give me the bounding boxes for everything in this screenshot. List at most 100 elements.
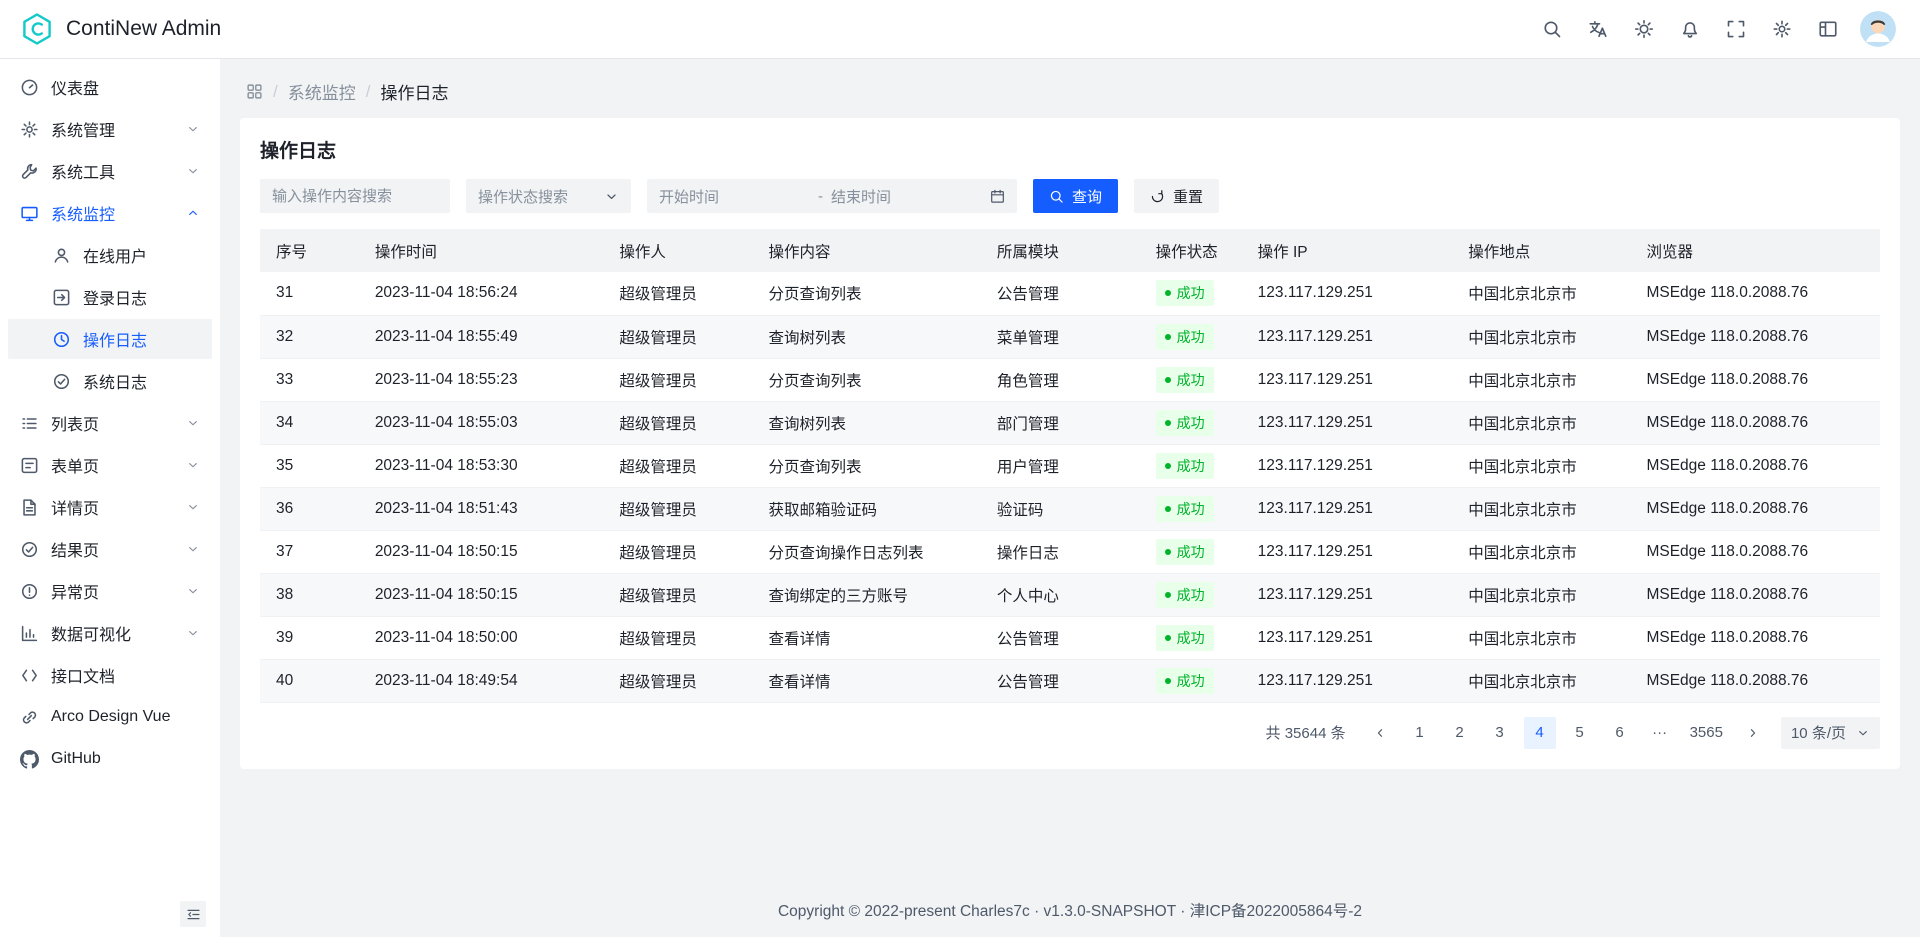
cell-status: 成功 <box>1140 616 1242 659</box>
pagination-ellipsis: ··· <box>1644 724 1676 741</box>
cell-location: 中国北京北京市 <box>1452 530 1630 573</box>
pagination-page-2[interactable]: 2 <box>1444 717 1476 749</box>
notification-icon[interactable] <box>1672 11 1708 47</box>
cell-content: 分页查询列表 <box>752 358 980 401</box>
app-logo-icon <box>20 12 54 46</box>
theme-icon[interactable] <box>1626 11 1662 47</box>
breadcrumb-item-operation-log: 操作日志 <box>380 79 448 104</box>
exception-icon <box>20 582 39 601</box>
sidebar-item-online-user[interactable]: 在线用户 <box>8 235 212 275</box>
cell-ip: 123.117.129.251 <box>1242 616 1453 659</box>
reset-button[interactable]: 重置 <box>1134 179 1219 213</box>
sidebar-item-result-page[interactable]: 结果页 <box>8 529 212 569</box>
api-doc-icon <box>20 666 39 685</box>
sidebar-item-label: 系统日志 <box>83 369 200 393</box>
cell-location: 中国北京北京市 <box>1452 444 1630 487</box>
pagination-prev-button[interactable] <box>1364 717 1396 749</box>
user-avatar[interactable] <box>1860 11 1896 47</box>
status-badge: 成功 <box>1156 668 1214 694</box>
app-shell: 仪表盘系统管理系统工具系统监控在线用户登录日志操作日志系统日志列表页表单页详情页… <box>0 59 1920 937</box>
cell-ip: 123.117.129.251 <box>1242 358 1453 401</box>
cell-user: 超级管理员 <box>603 315 752 358</box>
pagination-page-5[interactable]: 5 <box>1564 717 1596 749</box>
cell-browser: MSEdge 118.0.2088.76 <box>1630 616 1880 659</box>
sidebar-item-system-management[interactable]: 系统管理 <box>8 109 212 149</box>
sidebar-item-dashboard[interactable]: 仪表盘 <box>8 67 212 107</box>
pagination-page-4[interactable]: 4 <box>1524 717 1556 749</box>
pagination-page-6[interactable]: 6 <box>1604 717 1636 749</box>
page-size-select[interactable]: 10 条/页 <box>1781 717 1880 749</box>
search-button[interactable]: 查询 <box>1033 179 1118 213</box>
layout-icon[interactable] <box>1810 11 1846 47</box>
cell-user: 超级管理员 <box>603 487 752 530</box>
refresh-icon <box>1150 189 1165 204</box>
user-icon <box>52 246 71 265</box>
brand[interactable]: ContiNew Admin <box>20 12 221 46</box>
sidebar-item-system-monitor[interactable]: 系统监控 <box>8 193 212 233</box>
translate-icon[interactable] <box>1580 11 1616 47</box>
collapse-sidebar-button[interactable] <box>180 901 206 927</box>
cell-status: 成功 <box>1140 444 1242 487</box>
cell-content: 查询树列表 <box>752 315 980 358</box>
cell-location: 中国北京北京市 <box>1452 659 1630 702</box>
breadcrumb-item-system-monitor[interactable]: 系统监控 <box>288 79 356 104</box>
cell-no: 32 <box>260 315 359 358</box>
sidebar-item-label: 操作日志 <box>83 327 200 351</box>
sidebar-item-github[interactable]: GitHub <box>8 739 212 779</box>
sidebar-item-api-doc[interactable]: 接口文档 <box>8 655 212 695</box>
cell-user: 超级管理员 <box>603 272 752 315</box>
content-search-input[interactable] <box>260 179 450 213</box>
cell-ip: 123.117.129.251 <box>1242 315 1453 358</box>
sidebar-item-label: 表单页 <box>51 453 174 477</box>
status-badge: 成功 <box>1156 324 1214 350</box>
system-log-icon <box>52 372 71 391</box>
cell-location: 中国北京北京市 <box>1452 573 1630 616</box>
apps-icon[interactable] <box>246 83 263 100</box>
sidebar-item-list-page[interactable]: 列表页 <box>8 403 212 443</box>
status-dot <box>1165 506 1171 512</box>
pagination-page-3[interactable]: 3 <box>1484 717 1516 749</box>
sidebar-item-label: 登录日志 <box>83 285 200 309</box>
cell-content: 分页查询列表 <box>752 444 980 487</box>
sidebar-item-operation-log[interactable]: 操作日志 <box>8 319 212 359</box>
pagination-page-1[interactable]: 1 <box>1404 717 1436 749</box>
list-icon <box>20 414 39 433</box>
reset-button-label: 重置 <box>1173 186 1203 207</box>
settings-icon[interactable] <box>1764 11 1800 47</box>
sidebar-item-system-log[interactable]: 系统日志 <box>8 361 212 401</box>
search-icon[interactable] <box>1534 11 1570 47</box>
cell-time: 2023-11-04 18:55:49 <box>359 315 604 358</box>
cell-browser: MSEdge 118.0.2088.76 <box>1630 487 1880 530</box>
sidebar-item-data-visualization[interactable]: 数据可视化 <box>8 613 212 653</box>
sidebar-item-form-page[interactable]: 表单页 <box>8 445 212 485</box>
sidebar-item-detail-page[interactable]: 详情页 <box>8 487 212 527</box>
fullscreen-icon[interactable] <box>1718 11 1754 47</box>
sidebar-item-label: 系统管理 <box>51 117 174 141</box>
cell-module: 公告管理 <box>981 659 1140 702</box>
chevron-down-icon <box>186 626 200 640</box>
top-header: ContiNew Admin <box>0 0 1920 59</box>
table-row: 402023-11-04 18:49:54超级管理员查看详情公告管理成功123.… <box>260 659 1880 702</box>
column-header-browser: 浏览器 <box>1630 229 1880 272</box>
tool-icon <box>20 162 39 181</box>
sidebar-item-exception-page[interactable]: 异常页 <box>8 571 212 611</box>
sidebar-item-login-log[interactable]: 登录日志 <box>8 277 212 317</box>
operation-log-table: 序号操作时间操作人操作内容所属模块操作状态操作 IP操作地点浏览器 312023… <box>260 229 1880 703</box>
date-range-picker[interactable]: 开始时间 - 结束时间 <box>647 179 1017 213</box>
cell-time: 2023-11-04 18:55:23 <box>359 358 604 401</box>
cell-time: 2023-11-04 18:53:30 <box>359 444 604 487</box>
form-icon <box>20 456 39 475</box>
status-dot <box>1165 549 1171 555</box>
cell-content: 分页查询列表 <box>752 272 980 315</box>
cell-ip: 123.117.129.251 <box>1242 444 1453 487</box>
pagination-page-3565[interactable]: 3565 <box>1684 717 1729 749</box>
status-select[interactable]: 操作状态搜索 <box>466 179 631 213</box>
cell-browser: MSEdge 118.0.2088.76 <box>1630 401 1880 444</box>
sidebar-item-label: Arco Design Vue <box>51 708 200 726</box>
chevron-down-icon <box>186 584 200 598</box>
status-badge: 成功 <box>1156 582 1214 608</box>
sidebar-item-arco-design-vue[interactable]: Arco Design Vue <box>8 697 212 737</box>
pagination-next-button[interactable] <box>1737 717 1769 749</box>
cell-no: 33 <box>260 358 359 401</box>
sidebar-item-system-tool[interactable]: 系统工具 <box>8 151 212 191</box>
